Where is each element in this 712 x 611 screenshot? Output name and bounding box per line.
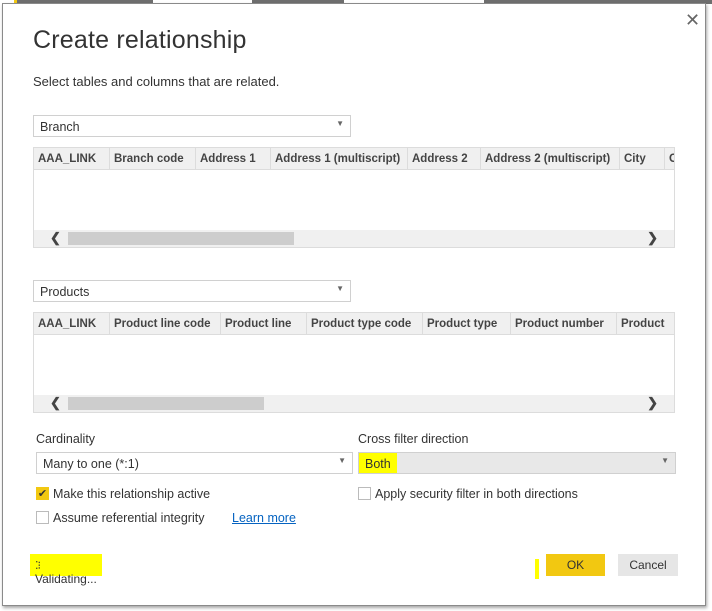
active-checkbox[interactable]: ✔ (36, 487, 49, 500)
table1-selected: Branch (40, 120, 80, 134)
column-header[interactable]: Address 2 (408, 148, 481, 170)
column-header[interactable]: C (665, 148, 674, 170)
column-header[interactable]: Branch code (110, 148, 196, 170)
column-header[interactable]: AAA_LINK (34, 148, 110, 170)
table2-header: AAA_LINK Product line code Product line Pro… (34, 313, 674, 335)
column-header[interactable]: Product number (511, 313, 617, 335)
column-header[interactable]: Product type code (307, 313, 423, 335)
spinner-icon: ⁚⁝ (35, 560, 41, 572)
ok-button[interactable]: OK (546, 554, 605, 576)
dropdown-arrow-icon: ▼ (336, 119, 344, 128)
column-header[interactable]: Product line code (110, 313, 221, 335)
dropdown-arrow-icon: ▼ (336, 284, 344, 293)
scroll-left-icon[interactable]: ❮ (50, 395, 61, 411)
validating-status: ⁚⁝ Validating... (30, 554, 102, 586)
learn-more-link[interactable]: Learn more (232, 511, 296, 525)
dropdown-arrow-icon: ▼ (338, 456, 346, 465)
column-header[interactable]: Address 2 (multiscript) (481, 148, 620, 170)
dialog-subtitle: Select tables and columns that are relat… (33, 74, 280, 89)
table1-scrollbar[interactable]: ❮ ❯ (34, 230, 674, 247)
scroll-left-icon[interactable]: ❮ (50, 230, 61, 246)
cross-filter-select[interactable]: Both ▼ (358, 452, 676, 474)
column-header[interactable]: Address 1 (multiscript) (271, 148, 408, 170)
cross-filter-value: Both (359, 453, 397, 473)
security-filter-checkbox[interactable] (358, 487, 371, 500)
active-label: Make this relationship active (53, 487, 211, 501)
dropdown-arrow-icon: ▼ (661, 456, 669, 465)
cardinality-select[interactable]: Many to one (*:1) ▼ (36, 452, 353, 474)
table2-preview-grid: AAA_LINK Product line code Product line Pro… (33, 312, 675, 413)
cardinality-label: Cardinality (36, 432, 96, 446)
column-header[interactable]: Product type (423, 313, 511, 335)
table2-scrollbar[interactable]: ❮ ❯ (34, 395, 674, 412)
column-header[interactable]: AAA_LINK (34, 313, 110, 335)
table1-select[interactable]: Branch ▼ (33, 115, 351, 137)
status-text: Validating... (35, 572, 97, 586)
column-header[interactable]: Address 1 (196, 148, 271, 170)
referential-integrity-checkbox[interactable] (36, 511, 49, 524)
dialog-title: Create relationship (33, 26, 247, 54)
close-icon[interactable]: ✕ (685, 10, 700, 31)
scroll-right-icon[interactable]: ❯ (647, 230, 658, 246)
column-header[interactable]: Product line (221, 313, 307, 335)
table1-header: AAA_LINK Branch code Address 1 Address 1 (m… (34, 148, 674, 170)
column-header[interactable]: Product (617, 313, 674, 335)
table2-select[interactable]: Products ▼ (33, 280, 351, 302)
cardinality-value: Many to one (*:1) (43, 457, 139, 471)
scroll-thumb[interactable] (68, 232, 294, 245)
cross-filter-label: Cross filter direction (358, 432, 469, 446)
scroll-right-icon[interactable]: ❯ (647, 395, 658, 411)
scroll-thumb[interactable] (68, 397, 264, 410)
column-header[interactable]: City (620, 148, 665, 170)
highlight-mark (535, 559, 539, 579)
table2-selected: Products (40, 285, 90, 299)
create-relationship-dialog: ✕ Create relationship Select tables and … (2, 3, 706, 606)
cancel-button[interactable]: Cancel (618, 554, 678, 576)
security-filter-label: Apply security filter in both directions (375, 487, 578, 501)
table1-preview-grid: AAA_LINK Branch code Address 1 Address 1 (m… (33, 147, 675, 248)
referential-integrity-label: Assume referential integrity (53, 511, 205, 525)
